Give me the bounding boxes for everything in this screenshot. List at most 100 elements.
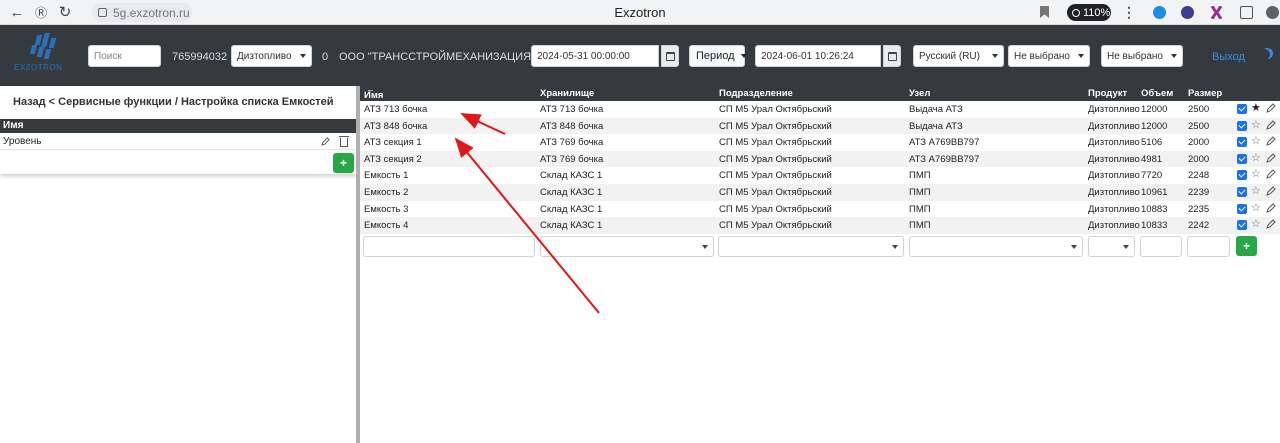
extension-icon[interactable] (1153, 6, 1166, 19)
yandex-icon[interactable]: Ⓡ (29, 0, 53, 24)
list-item-name: Уровень (3, 136, 42, 147)
star-filled-icon[interactable]: ★ (1251, 102, 1261, 114)
chevron-down-icon (300, 54, 306, 58)
new-product-select[interactable] (1088, 236, 1135, 257)
trash-icon[interactable] (339, 136, 349, 147)
row-checkbox[interactable] (1237, 187, 1247, 197)
cell-storage: Склад КАЗС 1 (540, 220, 603, 232)
pencil-icon[interactable] (1266, 119, 1276, 130)
date-to-input[interactable]: 2024-06-01 10:26:24 (755, 45, 881, 67)
cell-name: АТЗ 848 бочка (364, 120, 428, 132)
cell-node: АТЗ А769ВВ797 (909, 137, 980, 149)
filter-select-2[interactable]: Не выбрано (1101, 45, 1183, 67)
chevron-down-icon (1078, 54, 1084, 58)
logout-link[interactable]: Выход (1212, 51, 1245, 63)
pencil-icon[interactable] (1266, 153, 1276, 163)
table-row[interactable]: АТЗ 848 бочка АТЗ 848 бочка СП М5 Урал Окт… (360, 117, 1280, 135)
logo: EXZOTRON (14, 33, 72, 75)
back-icon[interactable]: ← (5, 0, 29, 24)
add-button[interactable]: + (333, 153, 354, 173)
table-row[interactable]: АТЗ 713 бочка АТЗ 713 бочка СП М5 Урал Окт… (360, 101, 1280, 118)
cell-node: Выдача АТЗ (909, 104, 963, 115)
menu-dots-icon[interactable]: ⋮ (1122, 4, 1136, 21)
col-division[interactable]: Подразделение (719, 88, 793, 99)
cell-size: 2239 (1188, 187, 1210, 198)
list-item[interactable]: Уровень (0, 133, 356, 150)
calendar-icon[interactable] (883, 45, 901, 67)
left-table-header: Имя (0, 119, 356, 133)
row-checkbox[interactable] (1237, 153, 1247, 164)
table-row[interactable]: Емкость 3 Склад КАЗС 1 СП М5 Урал Октябрьс… (360, 201, 1280, 218)
table-row[interactable]: Емкость 1 Склад КАЗС 1 СП М5 Урал Октябрьс… (360, 167, 1280, 184)
row-checkbox[interactable] (1237, 120, 1247, 131)
table-row[interactable]: АТЗ секция 1 АТЗ 769 бочка СП М5 Урал Октя… (360, 134, 1280, 151)
col-node[interactable]: Узел (909, 88, 930, 99)
breadcrumb[interactable]: Назад < Сервисные функции / Настройка сп… (13, 96, 334, 108)
col-volume[interactable]: Объем (1141, 88, 1173, 99)
cell-storage: АТЗ 848 бочка (540, 120, 604, 132)
cell-size: 2242 (1188, 220, 1210, 232)
table-row[interactable]: Емкость 2 Склад КАЗС 1 СП М5 Урал Октябрьс… (360, 184, 1280, 201)
star-icon[interactable]: ☆ (1251, 218, 1261, 230)
pencil-icon[interactable] (1266, 186, 1276, 196)
cell-product: Дизтопливо (1088, 104, 1140, 115)
zoom-level: 110% (1083, 6, 1111, 19)
language-select[interactable]: Русский (RU) (913, 45, 1004, 67)
new-division-select[interactable] (718, 236, 904, 257)
table-row[interactable]: АТЗ секция 2 АТЗ 769 бочка СП М5 Урал Октя… (360, 150, 1280, 168)
date-from-input[interactable]: 2024-05-31 00:00:00 (531, 45, 659, 67)
cell-volume: 12000 (1141, 104, 1168, 115)
calendar-icon[interactable] (661, 45, 679, 67)
address-bar[interactable]: 5g.exzotron.ru (92, 3, 192, 22)
col-size[interactable]: Размер (1188, 88, 1222, 99)
app-header: EXZOTRON Поиск 765994032 Дизтопливо 0 ОО… (0, 25, 1280, 86)
account-id: 765994032 (172, 51, 228, 63)
col-storage[interactable]: Хранилище (540, 88, 594, 99)
fuel-select[interactable]: Дизтопливо (231, 45, 312, 67)
cell-division: СП М5 Урал Октябрьский (719, 187, 832, 198)
new-name-input[interactable] (363, 236, 535, 257)
star-icon[interactable]: ☆ (1251, 168, 1261, 180)
star-icon[interactable]: ☆ (1251, 185, 1261, 197)
row-checkbox[interactable] (1237, 104, 1247, 114)
star-icon[interactable]: ☆ (1251, 135, 1261, 147)
pencil-icon[interactable] (1266, 219, 1276, 229)
star-icon[interactable]: ☆ (1251, 119, 1261, 131)
pencil-icon[interactable] (1266, 169, 1276, 180)
col-product[interactable]: Продукт (1088, 88, 1127, 99)
new-volume-input[interactable] (1140, 236, 1182, 257)
pencil-icon[interactable] (1266, 202, 1276, 213)
gear-extension-icon[interactable] (1181, 6, 1194, 19)
pencil-icon[interactable] (1266, 103, 1276, 113)
pencil-icon[interactable] (321, 137, 330, 146)
row-checkbox[interactable] (1237, 203, 1247, 214)
add-row-button[interactable]: + (1236, 236, 1257, 256)
cell-storage: АТЗ 769 бочка (540, 137, 604, 149)
row-checkbox[interactable] (1237, 137, 1247, 148)
reload-icon[interactable]: ↻ (53, 0, 77, 24)
search-input[interactable]: Поиск (88, 45, 161, 67)
magnifier-icon (1072, 8, 1080, 17)
profile-icon[interactable] (1266, 6, 1279, 19)
filter-select-1[interactable]: Не выбрано (1008, 45, 1090, 67)
cell-node: ПМП (909, 170, 931, 182)
cell-product: Дизтопливо (1088, 203, 1140, 215)
cell-product: Дизтопливо (1088, 137, 1140, 149)
period-dropdown[interactable]: Период (689, 45, 747, 67)
table-row[interactable]: Емкость 4 Склад КАЗС 1 СП М5 Урал Октябрьс… (360, 217, 1280, 234)
zoom-indicator[interactable]: 110% (1067, 4, 1111, 21)
star-icon[interactable]: ☆ (1251, 152, 1261, 164)
new-size-input[interactable] (1187, 236, 1230, 257)
cell-storage: АТЗ 769 бочка (540, 153, 604, 165)
moon-icon[interactable] (1259, 49, 1270, 60)
row-checkbox[interactable] (1237, 170, 1247, 181)
cell-storage: АТЗ 713 бочка (540, 104, 604, 115)
row-checkbox[interactable] (1237, 220, 1247, 231)
pencil-icon[interactable] (1266, 136, 1276, 146)
new-storage-select[interactable] (540, 236, 714, 257)
cell-division: СП М5 Урал Октябрьский (719, 153, 832, 165)
company-name: ООО "ТРАНССТРОЙМЕХАНИЗАЦИЯ" (339, 51, 535, 63)
puzzle-icon[interactable] (1240, 6, 1253, 19)
new-node-select[interactable] (909, 236, 1083, 257)
star-icon[interactable]: ☆ (1251, 202, 1261, 214)
